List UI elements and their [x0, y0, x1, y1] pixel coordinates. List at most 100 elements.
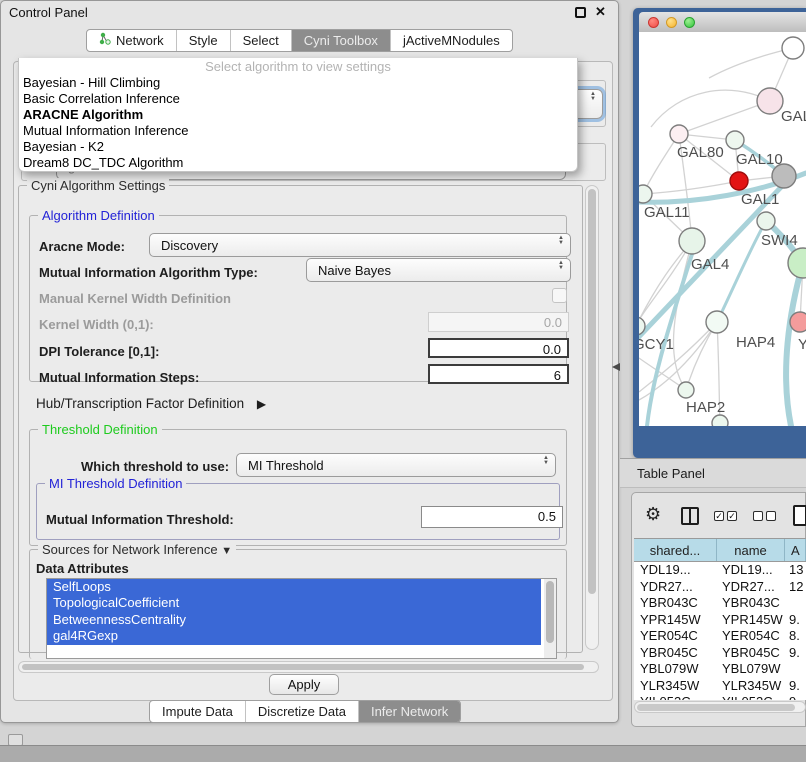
- which-threshold-combo[interactable]: MI Threshold ▲▼: [236, 453, 556, 477]
- table-row[interactable]: YBL079WYBL079W: [634, 661, 806, 678]
- network-graph-icon: [99, 30, 111, 51]
- node-label: GCY1: [639, 336, 674, 353]
- table-row[interactable]: YDL19...YDL19...13: [634, 562, 806, 579]
- node[interactable]: [712, 415, 728, 426]
- aracne-mode-label: Aracne Mode:: [39, 239, 125, 254]
- node-pink[interactable]: [757, 88, 783, 114]
- tab-discretize-data[interactable]: Discretize Data: [245, 701, 358, 722]
- table-row[interactable]: YER054CYER054C8.: [634, 628, 806, 645]
- settings-scrollbar[interactable]: [585, 185, 599, 650]
- hub-definition-expander[interactable]: Hub/Transcription Factor Definition ▶: [36, 396, 266, 411]
- dropdown-item[interactable]: Basic Correlation Inference: [19, 91, 577, 107]
- data-attributes-list[interactable]: SelfLoops TopologicalCoefficient Between…: [46, 578, 557, 659]
- window-title: Control Panel: [9, 5, 88, 20]
- dropdown-placeholder: Select algorithm to view settings: [19, 58, 577, 75]
- node-label: GAL11: [644, 204, 690, 221]
- sources-group-title[interactable]: Sources for Network Inference ▼: [38, 542, 236, 557]
- node-gal80[interactable]: [670, 125, 688, 143]
- tab-impute-data[interactable]: Impute Data: [150, 701, 245, 722]
- tab-label: Cyni Toolbox: [304, 30, 378, 51]
- node-green-large[interactable]: [788, 248, 806, 278]
- tab-cyni-toolbox[interactable]: Cyni Toolbox: [291, 30, 390, 51]
- table-row[interactable]: YBR045CYBR045C9.: [634, 645, 806, 662]
- network-graph[interactable]: [639, 32, 806, 426]
- tab-network[interactable]: Network: [87, 30, 176, 51]
- select-all-checks-icon[interactable]: ✓ ✓: [714, 511, 737, 521]
- dropdown-item[interactable]: Mutual Information Inference: [19, 123, 577, 139]
- settings-hscrollbar[interactable]: [18, 661, 599, 673]
- tab-style[interactable]: Style: [176, 30, 230, 51]
- cyni-bottom-tabbar: Impute Data Discretize Data Infer Networ…: [149, 700, 461, 723]
- node-label: GAL10: [736, 151, 783, 168]
- node-swi4[interactable]: [757, 212, 775, 230]
- dpi-tolerance-label: DPI Tolerance [0,1]:: [39, 344, 159, 359]
- table-row[interactable]: YDR27...YDR27...12: [634, 579, 806, 596]
- list-item[interactable]: SelfLoops: [47, 579, 541, 595]
- document-icon[interactable]: [793, 505, 806, 526]
- combo-arrows-icon: ▲▼: [558, 261, 564, 271]
- kernel-width-field[interactable]: 0.0: [428, 312, 569, 332]
- manual-kernel-label: Manual Kernel Width Definition: [39, 291, 231, 306]
- table-row[interactable]: YBR043CYBR043C: [634, 595, 806, 612]
- close-traffic-light[interactable]: [648, 17, 659, 28]
- node-gal10[interactable]: [726, 131, 744, 149]
- deselect-all-checks-icon[interactable]: [753, 511, 776, 521]
- tab-label: Discretize Data: [258, 701, 346, 722]
- list-item[interactable]: TopologicalCoefficient: [47, 595, 541, 611]
- tab-select[interactable]: Select: [230, 30, 291, 51]
- list-item[interactable]: gal4RGexp: [47, 628, 541, 644]
- list-item[interactable]: BetweennessCentrality: [47, 612, 541, 628]
- node-table[interactable]: YDL19...YDL19...13 YDR27...YDR27...12 YB…: [634, 562, 806, 700]
- apply-button[interactable]: Apply: [269, 674, 339, 695]
- tab-jactivemnodules[interactable]: jActiveMNodules: [390, 30, 512, 51]
- tab-label: Select: [243, 30, 279, 51]
- bottom-dock-bar: [0, 745, 806, 762]
- tab-infer-network[interactable]: Infer Network: [358, 701, 460, 722]
- attributes-scrollbar[interactable]: [544, 579, 556, 658]
- node-gal1-red[interactable]: [730, 172, 748, 190]
- node-salmon[interactable]: [790, 312, 806, 332]
- node[interactable]: [782, 37, 804, 59]
- node-label: HAP4: [736, 334, 775, 351]
- column-header-partial[interactable]: A: [785, 539, 806, 561]
- mi-type-combo[interactable]: Naive Bayes ▲▼: [306, 258, 571, 282]
- columns-icon[interactable]: [681, 507, 699, 525]
- which-threshold-value: MI Threshold: [248, 458, 324, 473]
- node-gal11[interactable]: [639, 185, 652, 203]
- minimize-traffic-light[interactable]: [666, 17, 677, 28]
- dpi-tolerance-field[interactable]: 0.0: [428, 338, 569, 358]
- dropdown-item[interactable]: Dream8 DC_TDC Algorithm: [19, 155, 577, 171]
- column-header-name[interactable]: name: [717, 539, 785, 561]
- mi-type-value: Naive Bayes: [318, 263, 391, 278]
- mi-steps-field[interactable]: 6: [428, 364, 569, 384]
- mi-threshold-field[interactable]: 0.5: [421, 506, 563, 528]
- tab-label: Network: [116, 30, 164, 51]
- dropdown-item[interactable]: Bayesian - K2: [19, 139, 577, 155]
- aracne-mode-value: Discovery: [161, 238, 218, 253]
- node-hap4[interactable]: [706, 311, 728, 333]
- manual-kernel-checkbox[interactable]: [552, 288, 567, 303]
- table-row[interactable]: YIL052CYIL052C9: [634, 694, 806, 700]
- tab-label: jActiveMNodules: [403, 30, 500, 51]
- which-threshold-label: Which threshold to use:: [81, 459, 229, 474]
- network-canvas[interactable]: GAL GAL80 GAL10 GAL1 GAL11 SWI4 GAL4 GCY…: [639, 32, 806, 426]
- gear-icon[interactable]: ⚙: [645, 504, 661, 525]
- mi-threshold-label: Mutual Information Threshold:: [46, 512, 234, 527]
- column-header-shared-name[interactable]: shared...: [634, 539, 717, 561]
- table-hscrollbar[interactable]: [634, 701, 806, 713]
- node-gal4[interactable]: [679, 228, 705, 254]
- dropdown-item-selected[interactable]: ARACNE Algorithm: [19, 107, 577, 123]
- aracne-mode-combo[interactable]: Discovery ▲▼: [149, 233, 571, 257]
- network-view-window: GAL GAL80 GAL10 GAL1 GAL11 SWI4 GAL4 GCY…: [633, 8, 806, 458]
- dropdown-item[interactable]: Bayesian - Hill Climbing: [19, 75, 577, 91]
- table-row[interactable]: YLR345WYLR345W9.: [634, 678, 806, 695]
- float-window-icon[interactable]: [575, 7, 586, 18]
- table-row[interactable]: YPR145WYPR145W9.: [634, 612, 806, 629]
- expander-arrow-down-icon: ▼: [221, 545, 232, 557]
- node-hap2[interactable]: [678, 382, 694, 398]
- tab-label: Impute Data: [162, 701, 233, 722]
- close-icon[interactable]: ✕: [595, 6, 606, 17]
- zoom-traffic-light[interactable]: [684, 17, 695, 28]
- group-title: Algorithm Definition: [38, 208, 159, 223]
- network-window-titlebar[interactable]: [639, 12, 806, 32]
